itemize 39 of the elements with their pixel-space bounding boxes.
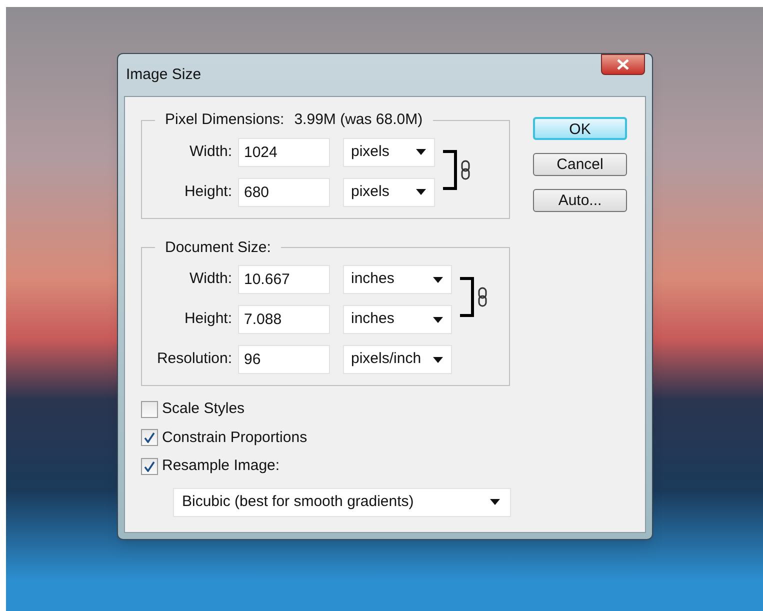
caret-icon (416, 149, 426, 155)
group-title: Document Size: (165, 238, 271, 258)
caret-icon (490, 499, 500, 505)
caret-icon (416, 189, 426, 195)
field-label: Width: (188, 142, 233, 162)
unit-dropdown[interactable]: pixels/inch (343, 345, 452, 374)
checkmark-icon (144, 432, 155, 444)
unit-dropdown[interactable]: inches (343, 305, 452, 334)
checkmark-icon (144, 460, 155, 472)
checkbox[interactable] (141, 429, 158, 446)
value-field[interactable]: 7.088 (238, 305, 330, 334)
unit-dropdown[interactable]: inches (343, 265, 452, 294)
checkbox[interactable] (141, 458, 158, 475)
resample-method-dropdown[interactable]: Bicubic (best for smooth gradients) (173, 488, 511, 516)
value-field[interactable]: 1024 (238, 138, 330, 166)
field-label: Resolution: (156, 349, 233, 370)
checkbox-label: Scale Styles (162, 399, 245, 419)
value-field[interactable]: 96 (238, 345, 330, 374)
value-field[interactable]: 680 (238, 178, 330, 206)
dialog-button[interactable]: Auto... (533, 189, 627, 212)
dialog-button[interactable]: OK (533, 117, 627, 140)
file-size-reading: 3.99M (was 68.0M) (294, 110, 423, 130)
field-label: Height: (183, 309, 233, 330)
checkbox-label: Constrain Proportions (162, 428, 308, 448)
unit-dropdown[interactable]: pixels (343, 178, 435, 206)
field-label: Height: (183, 182, 233, 202)
value-field[interactable]: 10.667 (238, 265, 330, 294)
checkbox[interactable] (141, 400, 158, 418)
caret-icon (433, 356, 443, 362)
group-title: Pixel Dimensions: (165, 110, 284, 130)
dialog-button[interactable]: Cancel (533, 153, 627, 176)
field-label: Width: (188, 269, 233, 290)
caret-icon (433, 276, 443, 282)
unit-dropdown[interactable]: pixels (343, 138, 435, 166)
checkbox-label: Resample Image: (162, 456, 280, 476)
close-button[interactable] (601, 54, 645, 75)
window-title: Image Size (126, 65, 202, 85)
close-icon (617, 59, 629, 70)
caret-icon (433, 316, 443, 322)
